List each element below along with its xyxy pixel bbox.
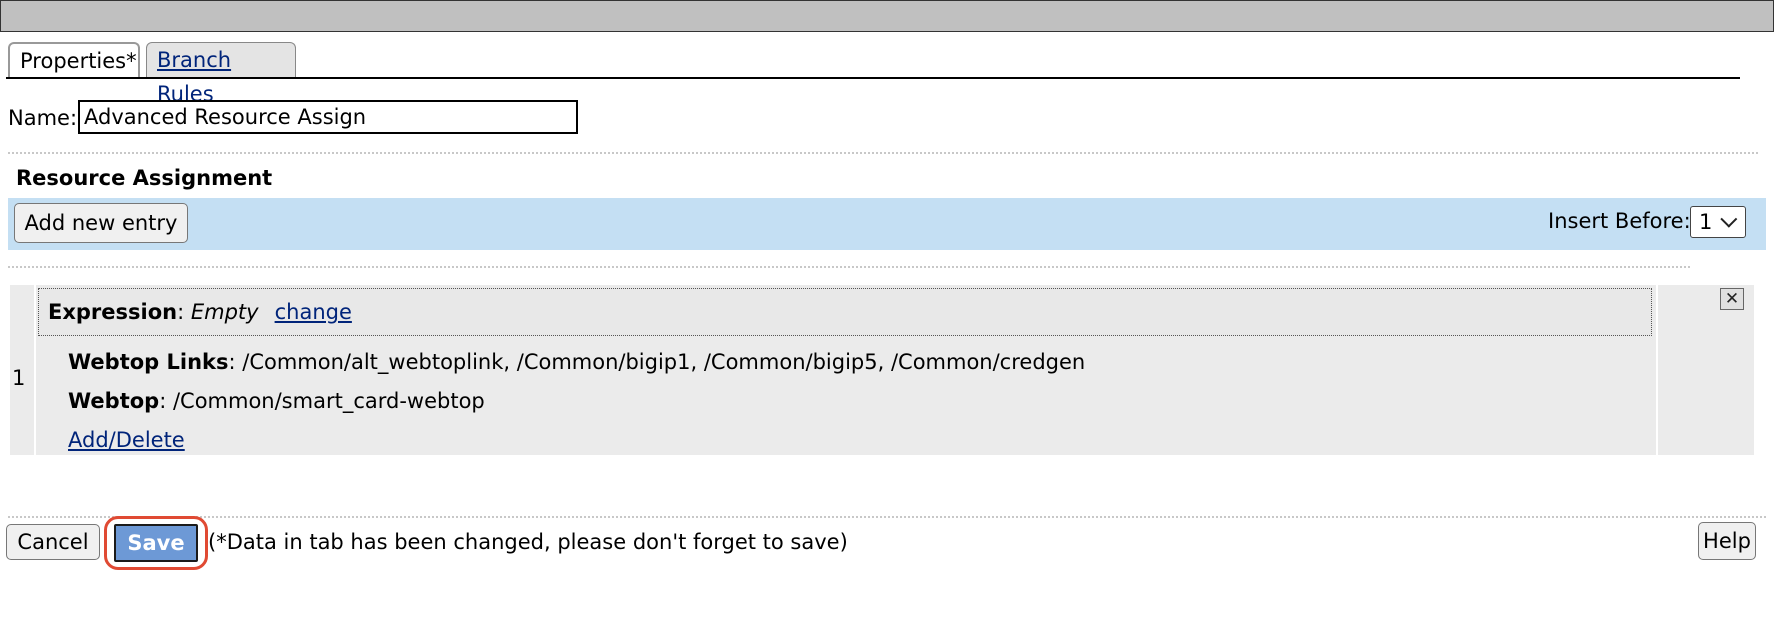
cancel-button[interactable]: Cancel: [6, 524, 100, 560]
entry-toolbar: [8, 198, 1766, 250]
tab-underline: [6, 77, 1740, 79]
add-delete-link[interactable]: Add/Delete: [68, 428, 185, 452]
row-actions-cell: [1658, 285, 1754, 455]
save-button[interactable]: Save: [114, 524, 198, 562]
expression-line: Expression: Empty change: [48, 300, 352, 324]
top-header-bar: [0, 0, 1774, 32]
divider: [8, 152, 1758, 154]
webtop-label: Webtop: [68, 389, 160, 413]
divider: [8, 516, 1766, 518]
webtop-line: Webtop: /Common/smart_card-webtop: [68, 389, 485, 413]
divider: [8, 266, 1690, 268]
webtop-links-line: Webtop Links: /Common/alt_webtoplink, /C…: [68, 350, 1085, 374]
webtop-links-value: : /Common/alt_webtoplink, /Common/bigip1…: [228, 350, 1086, 374]
chevron-down-icon: [1720, 210, 1738, 228]
close-icon[interactable]: ✕: [1720, 288, 1744, 310]
insert-before-value: 1: [1699, 210, 1713, 234]
tab-branch-rules[interactable]: Branch Rules: [146, 42, 296, 106]
insert-before-select[interactable]: 1: [1690, 206, 1746, 238]
name-input[interactable]: [78, 100, 578, 134]
section-title: Resource Assignment: [16, 166, 273, 190]
webtop-links-label: Webtop Links: [68, 350, 229, 374]
add-new-entry-button[interactable]: Add new entry: [14, 203, 188, 243]
help-button[interactable]: Help: [1698, 522, 1756, 560]
expression-label: Expression: [48, 300, 178, 324]
webtop-value: : /Common/smart_card-webtop: [159, 389, 485, 413]
name-label: Name:: [8, 106, 78, 130]
unsaved-changes-note: (*Data in tab has been changed, please d…: [208, 530, 848, 554]
expression-value: Empty: [190, 300, 259, 324]
change-link[interactable]: change: [275, 300, 352, 324]
row-number: 1: [12, 366, 26, 390]
tab-properties[interactable]: Properties*: [8, 42, 140, 78]
tab-properties-label: Properties*: [20, 49, 137, 73]
insert-before-label: Insert Before:: [1548, 209, 1691, 233]
